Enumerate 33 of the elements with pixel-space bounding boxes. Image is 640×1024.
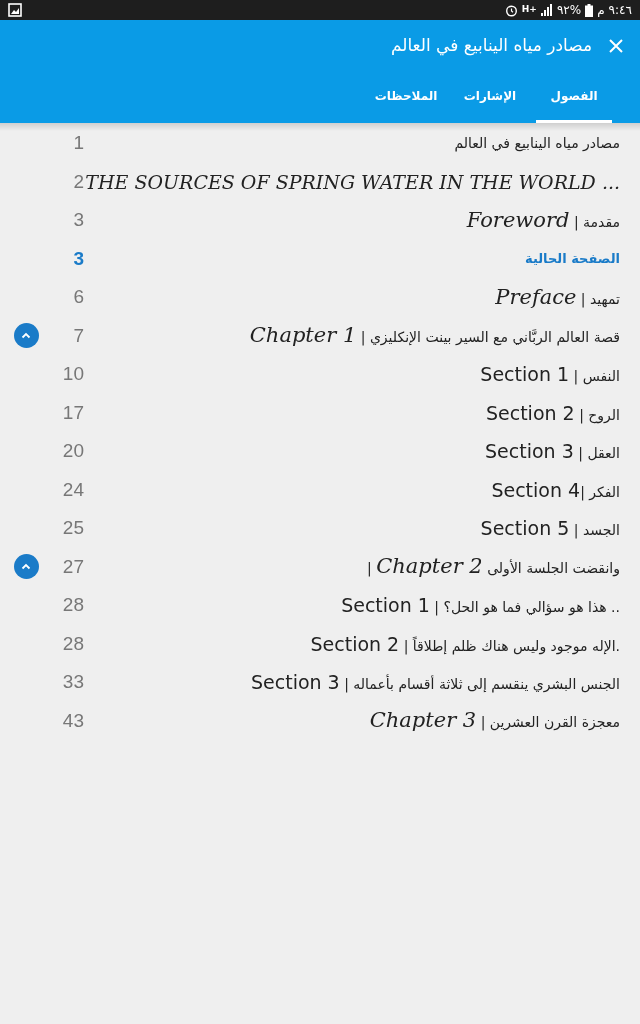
page-number: 10 bbox=[61, 362, 84, 386]
alarm-icon bbox=[504, 3, 518, 17]
chapter-link[interactable]: مصادر مياه الينابيع في العالم bbox=[84, 132, 640, 154]
page-number: 25 bbox=[61, 516, 84, 540]
current-page-label: الصفحة الحالية bbox=[524, 250, 621, 268]
signal-icon bbox=[540, 4, 553, 16]
chapter-link[interactable]: THE SOURCES OF SPRING WATER IN THE WORLD ... bbox=[84, 167, 640, 196]
page-number: 24 bbox=[61, 477, 84, 502]
battery-icon bbox=[585, 3, 594, 17]
page-number: 33 bbox=[61, 670, 84, 694]
gallery-icon bbox=[8, 3, 22, 17]
page-number: 3 bbox=[72, 246, 84, 271]
page-number: 1 bbox=[72, 131, 84, 155]
chevron-up-icon bbox=[21, 563, 31, 571]
page-number: 28 bbox=[61, 631, 84, 656]
page-number: 28 bbox=[61, 593, 84, 617]
close-button[interactable] bbox=[608, 38, 624, 54]
page-number: 43 bbox=[61, 708, 84, 733]
page-number: 27 bbox=[61, 554, 84, 579]
page-number: 6 bbox=[72, 285, 84, 309]
page-number: 2 bbox=[72, 169, 84, 194]
chevron-up-icon bbox=[21, 332, 31, 340]
collapse-toggle[interactable] bbox=[13, 323, 39, 349]
book-title: مصادر مياه الينابيع في العالم bbox=[390, 34, 592, 58]
clock-time: ٩:٤٦ bbox=[608, 2, 632, 19]
page-number: 7 bbox=[72, 323, 84, 348]
network-type: H+ bbox=[521, 3, 537, 17]
time-period: م bbox=[597, 2, 605, 19]
page-number: 3 bbox=[72, 208, 84, 232]
page-number: 20 bbox=[61, 439, 84, 463]
page-number: 17 bbox=[61, 400, 84, 425]
battery-percent: ٩٢% bbox=[556, 2, 582, 19]
collapse-toggle[interactable] bbox=[13, 554, 39, 580]
